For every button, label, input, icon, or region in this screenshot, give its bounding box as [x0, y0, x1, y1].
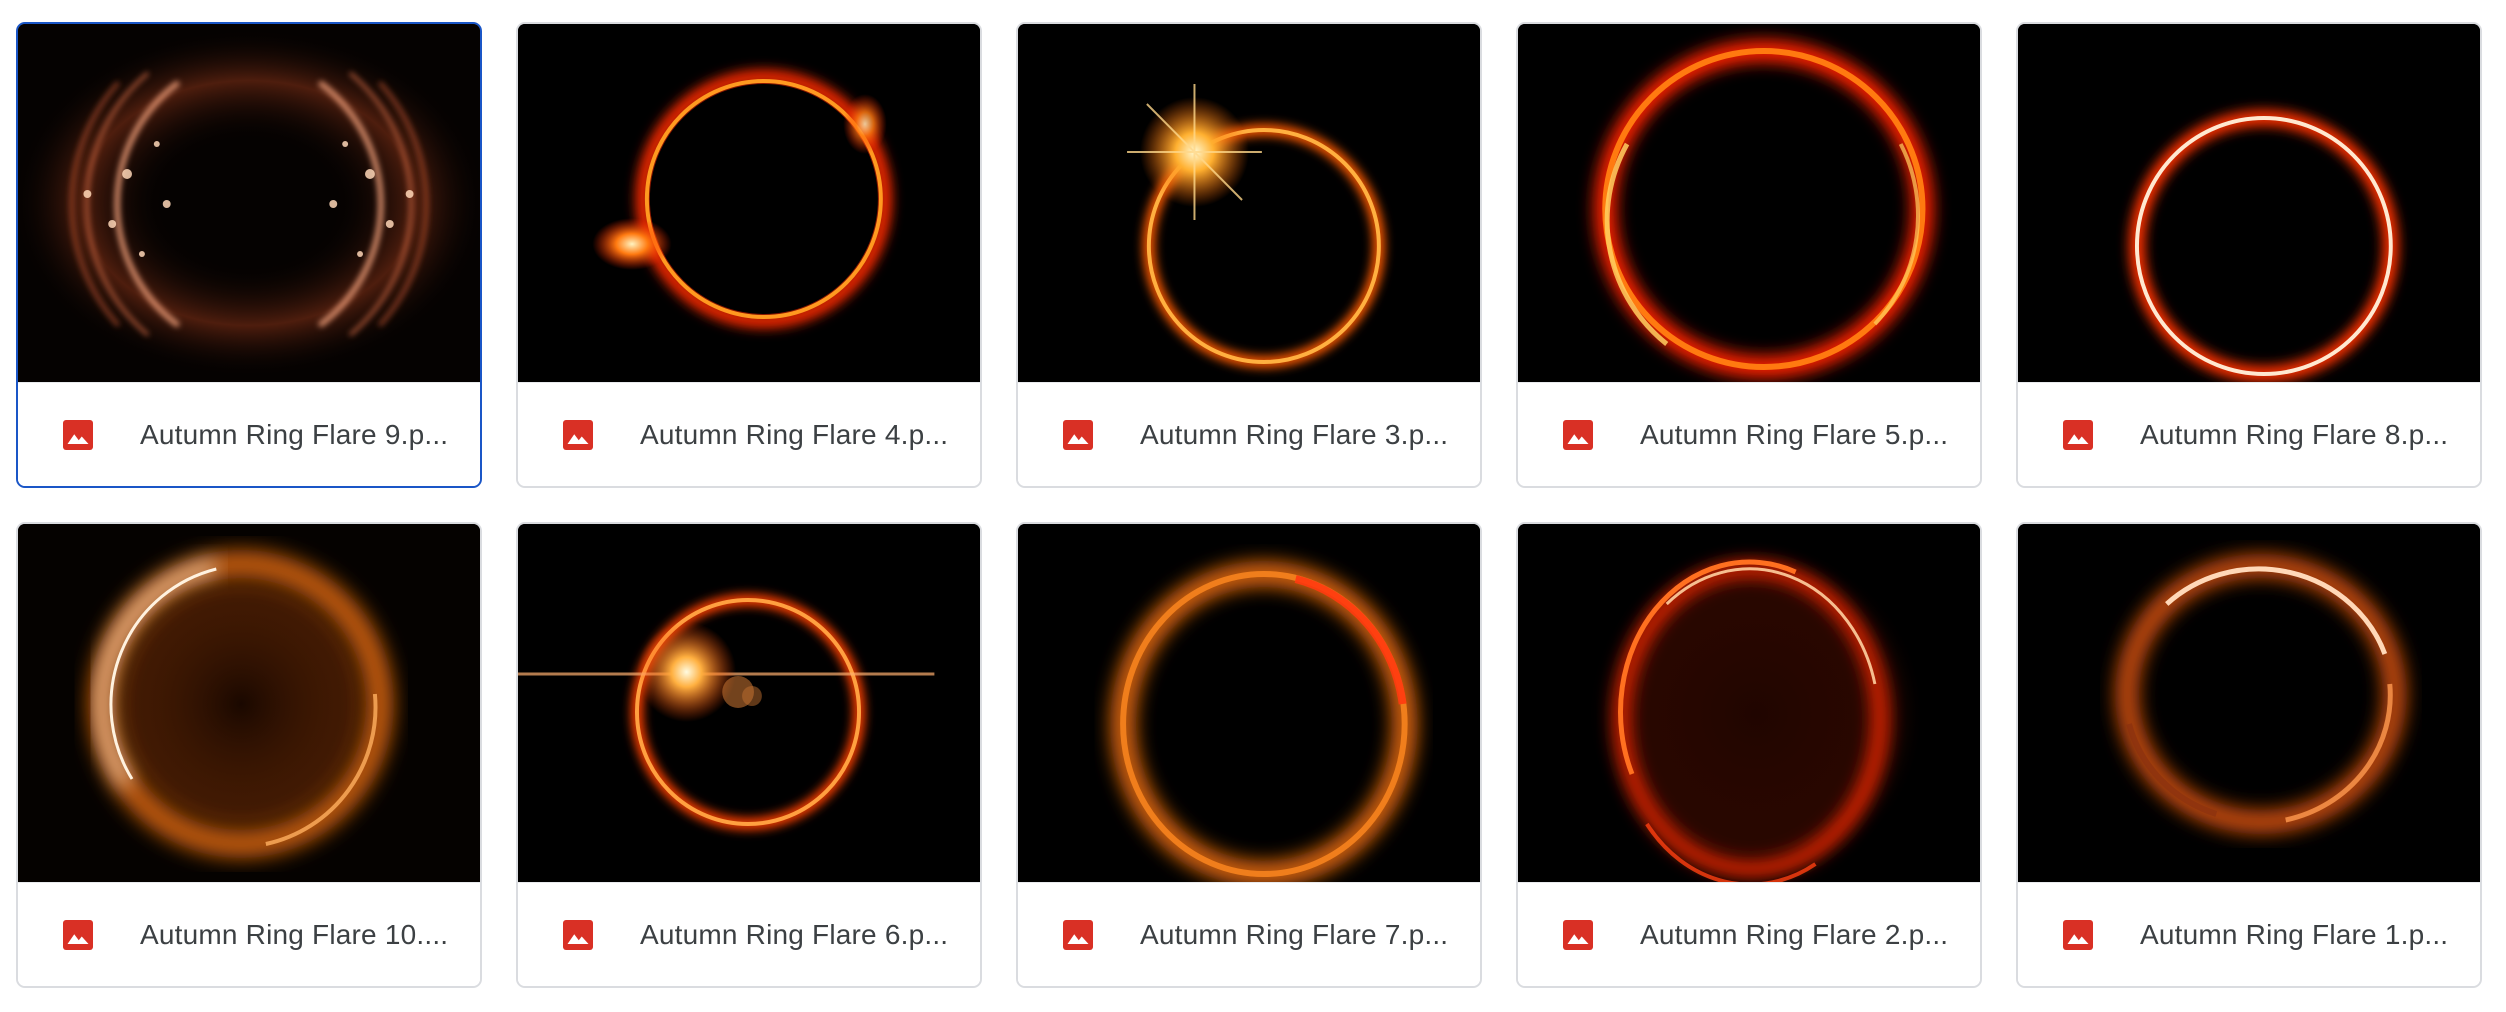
file-name: Autumn Ring Flare 6.p...: [640, 918, 949, 950]
image-file-icon: [560, 417, 596, 453]
file-footer: Autumn Ring Flare 8.p...: [2018, 382, 2480, 486]
file-footer: Autumn Ring Flare 2.p...: [1518, 882, 1980, 986]
file-card[interactable]: Autumn Ring Flare 6.p...: [516, 522, 982, 988]
file-card[interactable]: Autumn Ring Flare 4.p...: [516, 22, 982, 488]
file-grid: Autumn Ring Flare 9.p... Autumn Ring Fla…: [16, 22, 2482, 988]
file-thumbnail: [518, 24, 980, 382]
file-card[interactable]: Autumn Ring Flare 5.p...: [1516, 22, 1982, 488]
file-name: Autumn Ring Flare 8.p...: [2140, 418, 2449, 450]
file-card[interactable]: Autumn Ring Flare 2.p...: [1516, 522, 1982, 988]
file-footer: Autumn Ring Flare 1.p...: [2018, 882, 2480, 986]
file-card[interactable]: Autumn Ring Flare 9.p...: [16, 22, 482, 488]
file-thumbnail: [2018, 524, 2480, 882]
image-file-icon: [2060, 417, 2096, 453]
file-footer: Autumn Ring Flare 9.p...: [18, 382, 480, 486]
file-thumbnail: [1518, 524, 1980, 882]
image-file-icon: [2060, 917, 2096, 953]
image-file-icon: [1560, 917, 1596, 953]
file-name: Autumn Ring Flare 2.p...: [1640, 918, 1949, 950]
file-footer: Autumn Ring Flare 3.p...: [1018, 382, 1480, 486]
image-file-icon: [60, 917, 96, 953]
file-thumbnail: [18, 524, 480, 882]
file-name: Autumn Ring Flare 4.p...: [640, 418, 949, 450]
file-thumbnail: [1518, 24, 1980, 382]
file-thumbnail: [1018, 24, 1480, 382]
image-file-icon: [1560, 417, 1596, 453]
file-name: Autumn Ring Flare 5.p...: [1640, 418, 1949, 450]
file-footer: Autumn Ring Flare 5.p...: [1518, 382, 1980, 486]
file-card[interactable]: Autumn Ring Flare 8.p...: [2016, 22, 2482, 488]
file-card[interactable]: Autumn Ring Flare 3.p...: [1016, 22, 1482, 488]
file-footer: Autumn Ring Flare 10....: [18, 882, 480, 986]
image-file-icon: [60, 417, 96, 453]
file-thumbnail: [18, 24, 480, 382]
file-thumbnail: [2018, 24, 2480, 382]
file-footer: Autumn Ring Flare 4.p...: [518, 382, 980, 486]
image-file-icon: [1060, 917, 1096, 953]
file-card[interactable]: Autumn Ring Flare 7.p...: [1016, 522, 1482, 988]
image-file-icon: [560, 917, 596, 953]
file-thumbnail: [518, 524, 980, 882]
file-footer: Autumn Ring Flare 6.p...: [518, 882, 980, 986]
file-name: Autumn Ring Flare 3.p...: [1140, 418, 1449, 450]
file-thumbnail: [1018, 524, 1480, 882]
file-card[interactable]: Autumn Ring Flare 1.p...: [2016, 522, 2482, 988]
file-footer: Autumn Ring Flare 7.p...: [1018, 882, 1480, 986]
file-card[interactable]: Autumn Ring Flare 10....: [16, 522, 482, 988]
file-name: Autumn Ring Flare 7.p...: [1140, 918, 1449, 950]
image-file-icon: [1060, 417, 1096, 453]
file-name: Autumn Ring Flare 1.p...: [2140, 918, 2449, 950]
file-name: Autumn Ring Flare 9.p...: [140, 418, 449, 450]
file-name: Autumn Ring Flare 10....: [140, 918, 449, 950]
